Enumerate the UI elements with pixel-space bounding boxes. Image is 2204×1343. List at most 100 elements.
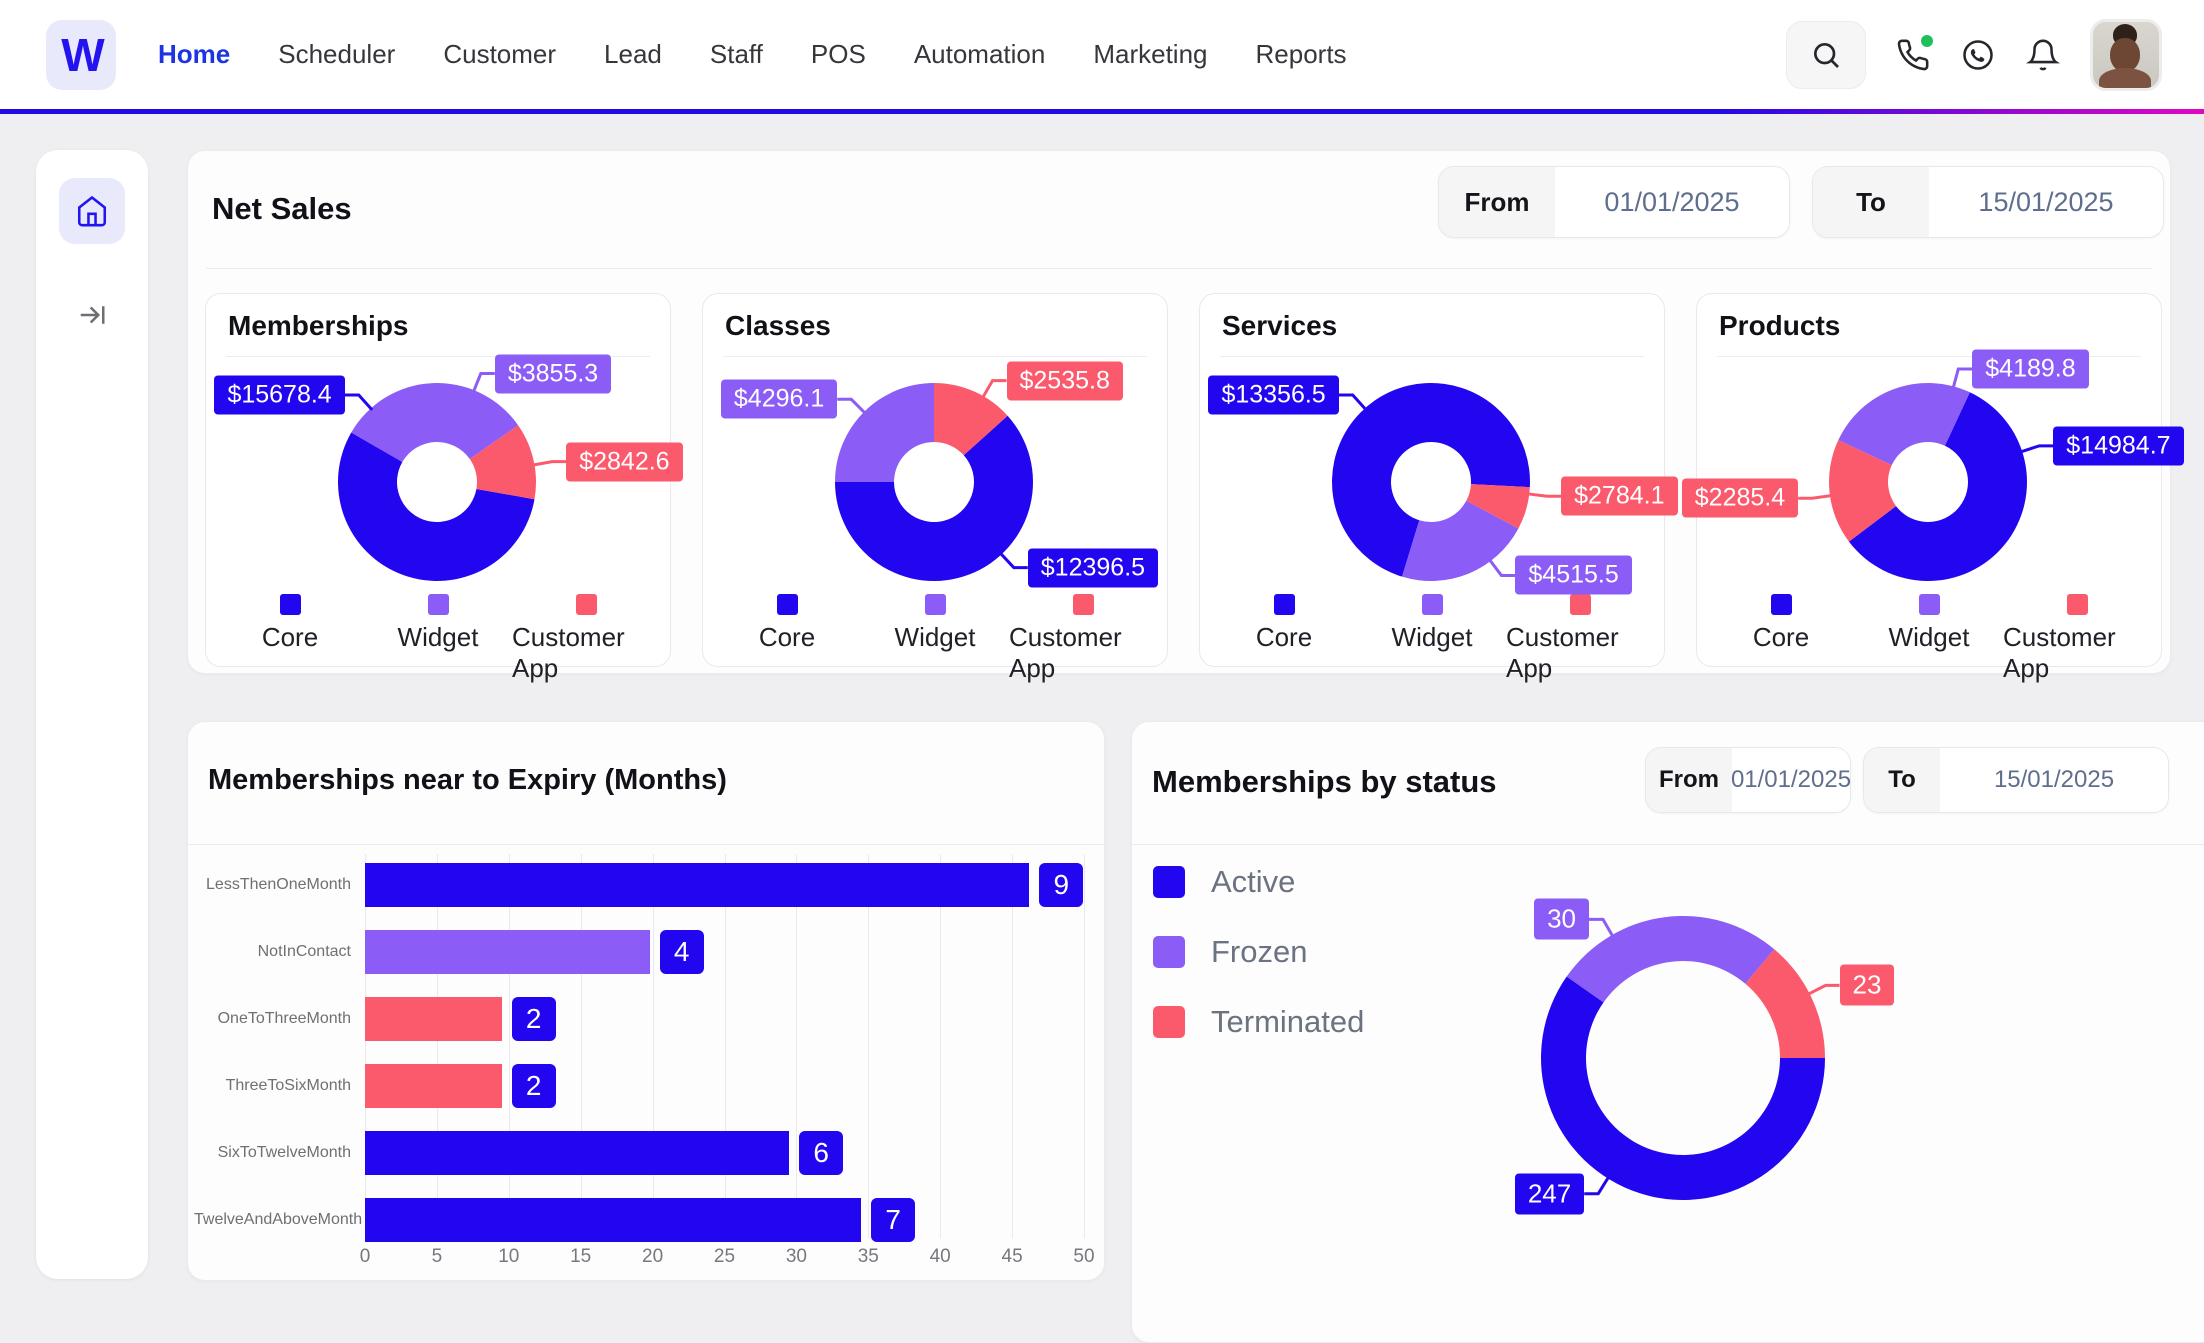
slice-value-label: 23 [1839, 964, 1895, 1006]
sidebar-item-home[interactable] [59, 178, 125, 244]
nav-item-home[interactable]: Home [158, 39, 230, 70]
expiry-chart-title: Memberships near to Expiry (Months) [208, 764, 727, 796]
legend-label: Core [1255, 622, 1313, 652]
bar-OneToThreeMonth [365, 997, 502, 1041]
net-sales-card: Net Sales From 01/01/2025 To 15/01/2025 … [187, 150, 2184, 683]
legend-label: Customer App [2003, 622, 2116, 683]
legend-item-core[interactable]: Core [216, 594, 364, 684]
legend-item-customer-app[interactable]: Customer App [2003, 594, 2151, 684]
slice-value-label: 30 [1534, 898, 1589, 940]
search-button[interactable] [1786, 20, 1866, 89]
legend-swatch [1153, 1006, 1185, 1038]
gridline [940, 854, 942, 1238]
legend-label: Frozen [1211, 934, 1308, 969]
label-connector [344, 393, 374, 411]
phone-button[interactable] [1896, 34, 1933, 72]
expiry-bar-chart: 0 5 10 15 20 25 30 35 40 45 50 9 4 2 2 6 7 [360, 854, 1095, 1267]
left-sidebar [36, 150, 148, 1279]
donut-card-title: Products [1719, 310, 1841, 341]
nav-item-marketing[interactable]: Marketing [1093, 39, 1207, 70]
status-legend-item-active[interactable]: Active [1153, 864, 1364, 900]
bell-icon [2026, 38, 2060, 72]
nav-item-staff[interactable]: Staff [710, 39, 763, 70]
category-label: OneToThreeMonth [217, 1010, 351, 1027]
date-to-input[interactable]: 15/01/2025 [1940, 748, 2168, 812]
status-chart-title: Memberships by status [1152, 764, 1497, 799]
legend-label: Customer App [1506, 622, 1619, 683]
legend-swatch [776, 594, 798, 615]
legend-item-core[interactable]: Core [1210, 594, 1358, 684]
slice-value-label: $3855.3 [494, 354, 612, 394]
app-logo[interactable]: W [46, 19, 116, 90]
x-axis-tick: 25 [713, 1246, 736, 1267]
legend-item-widget[interactable]: Widget [364, 594, 512, 684]
avatar-shoulders [2099, 67, 2151, 88]
whatsapp-button[interactable] [1960, 37, 1996, 73]
legend-swatch [1153, 866, 1185, 898]
bar-TwelveAndAboveMonth [365, 1198, 862, 1242]
slice-value-label: $14984.7 [2053, 426, 2184, 466]
status-date-to: To 15/01/2025 [1863, 747, 2169, 813]
slice-value-label: $2842.6 [566, 442, 683, 482]
legend-label: Widget [397, 622, 479, 652]
legend-item-customer-app[interactable]: Customer App [512, 594, 660, 684]
legend-item-widget[interactable]: Widget [1358, 594, 1506, 684]
slice-value-label: $4515.5 [1515, 555, 1632, 595]
donut-card-services: Services $13356.5 $4515.5 $2784.1 Core Widget… [1199, 293, 1678, 683]
legend-swatch [1153, 936, 1185, 968]
date-from-input[interactable]: 01/01/2025 [1731, 748, 1850, 812]
slice-value-label: $4296.1 [720, 379, 838, 419]
nav-item-reports[interactable]: Reports [1256, 39, 1347, 70]
date-to-label: To [1864, 748, 1940, 812]
donut-card-title: Classes [725, 310, 831, 341]
label-connector [1338, 393, 1368, 411]
legend-label: Widget [1888, 622, 1970, 652]
legend-swatch [924, 594, 946, 615]
legend-item-core[interactable]: Core [713, 594, 861, 684]
date-from-input[interactable]: 01/01/2025 [1555, 167, 1789, 237]
nav-item-automation[interactable]: Automation [914, 39, 1046, 70]
bar-NotInContact [365, 930, 650, 974]
online-status-dot [1921, 34, 1933, 47]
donut-slice-frozen[interactable] [1566, 916, 1775, 1003]
status-legend-item-frozen[interactable]: Frozen [1153, 934, 1364, 970]
nav-item-pos[interactable]: POS [811, 39, 866, 70]
status-legend: Active Frozen Terminated [1153, 864, 1364, 1040]
user-avatar[interactable] [2090, 18, 2162, 91]
nav-gradient-line [0, 109, 2204, 114]
nav-item-scheduler[interactable]: Scheduler [278, 39, 395, 70]
legend-swatch [575, 594, 597, 615]
legend-swatch [1569, 594, 1591, 615]
donut-card-title: Services [1222, 310, 1338, 341]
donut-card-classes: Classes $12396.5 $4296.1 $2535.8 Core Widget C… [702, 293, 1168, 683]
legend-item-core[interactable]: Core [1707, 594, 1855, 684]
sidebar-expand-button[interactable] [77, 300, 107, 330]
category-label: ThreeToSixMonth [225, 1077, 351, 1094]
slice-value-label: $12396.5 [1027, 548, 1159, 588]
legend-swatch [279, 594, 301, 615]
notifications-button[interactable] [2026, 38, 2060, 72]
bar-value-badge: 2 [511, 997, 556, 1041]
legend-label: Widget [1391, 622, 1473, 652]
legend-item-customer-app[interactable]: Customer App [1506, 594, 1654, 684]
gridline [1012, 854, 1014, 1238]
status-legend-item-terminated[interactable]: Terminated [1153, 1004, 1364, 1040]
category-label: NotInContact [257, 943, 351, 960]
donut-legend: Core Widget Customer App [1210, 594, 1654, 684]
legend-item-widget[interactable]: Widget [1855, 594, 2003, 684]
legend-swatch [1273, 594, 1295, 615]
date-to-input[interactable]: 15/01/2025 [1929, 167, 2163, 237]
legend-label: Core [758, 622, 816, 652]
category-label: LessThenOneMonth [206, 876, 351, 893]
legend-item-customer-app[interactable]: Customer App [1009, 594, 1157, 684]
donut-chart-memberships: $15678.4 $3855.3 $2842.6 [206, 354, 683, 600]
x-axis-tick: 50 [1073, 1246, 1095, 1267]
nav-item-customer[interactable]: Customer [443, 39, 556, 70]
donut-card-title: Memberships [228, 310, 409, 341]
legend-label: Customer App [1009, 622, 1122, 683]
nav-item-lead[interactable]: Lead [604, 39, 662, 70]
donut-chart-products: $14984.7 $4189.8 $2285.4 [1681, 349, 2184, 600]
legend-item-widget[interactable]: Widget [861, 594, 1009, 684]
bar-value-badge: 4 [659, 930, 704, 974]
x-axis-tick: 5 [431, 1246, 443, 1267]
